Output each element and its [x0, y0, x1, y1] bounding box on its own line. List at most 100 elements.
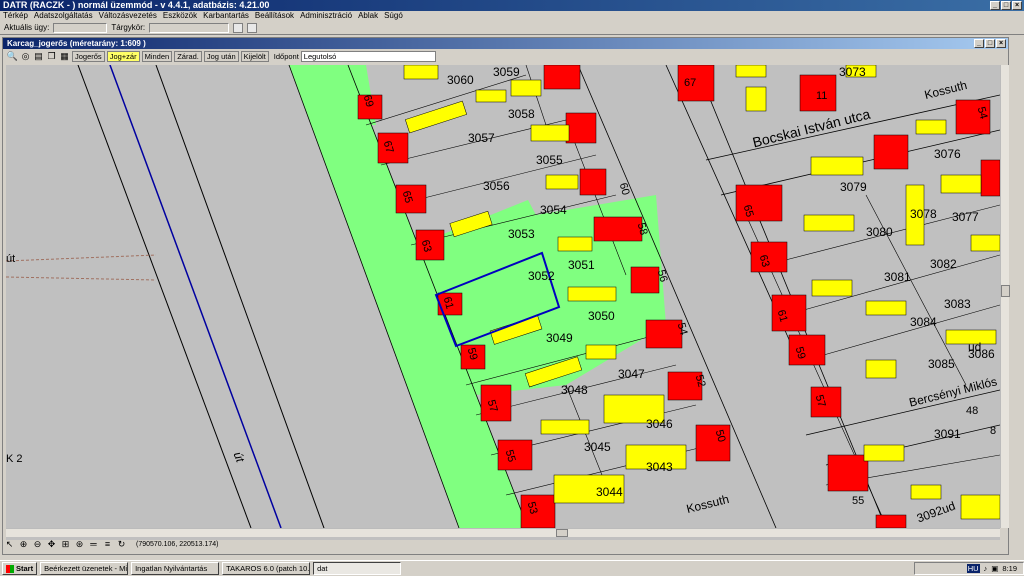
- child-maximize-button[interactable]: □: [985, 39, 995, 48]
- speaker-icon[interactable]: ♪: [984, 564, 988, 573]
- filter-minden[interactable]: Minden: [141, 50, 173, 62]
- targykor-field[interactable]: [149, 22, 230, 33]
- filter-kijelolt[interactable]: Kijelölt: [240, 50, 269, 62]
- cadastral-map: [6, 65, 1000, 528]
- zoom-extent-icon[interactable]: ⊞: [60, 539, 71, 550]
- menu-bar: Térkép Adatszolgáltatás Változásvezetés …: [0, 11, 1024, 21]
- app-titlebar: DATR (RACZK - ) normál üzemmód - v 4.4.1…: [0, 0, 1024, 11]
- building-yellow: [557, 236, 593, 252]
- horizontal-scroll-thumb[interactable]: [556, 529, 568, 537]
- taskbar-item-takaros[interactable]: TAKAROS 6.0 (patch 10....: [222, 562, 311, 575]
- filter-jog-zar[interactable]: Jog+zár: [106, 50, 140, 62]
- building-yellow: [915, 119, 947, 135]
- grid-icon[interactable]: ▦: [59, 51, 70, 62]
- print-icon[interactable]: ▤: [33, 51, 44, 62]
- building-yellow: [567, 286, 617, 302]
- parcel-label: 3048: [561, 383, 588, 397]
- start-button[interactable]: Start: [2, 562, 38, 575]
- road-centerline: [109, 65, 282, 528]
- building-yellow: [803, 214, 855, 232]
- building-red: [875, 514, 907, 528]
- street-label-ut-left: út: [6, 253, 16, 265]
- map-window-title: Karcag_jogerős (méretarány: 1:609 ): [7, 39, 146, 48]
- menu-karbantartas[interactable]: Karbantartás: [203, 11, 249, 21]
- network-icon[interactable]: ▣: [991, 564, 998, 573]
- parcel-label: 3054: [540, 203, 567, 217]
- building-yellow: [810, 156, 864, 176]
- parcel-label: 3057: [468, 131, 495, 145]
- windows-logo-icon: [6, 564, 14, 573]
- refresh-icon[interactable]: ↻: [116, 539, 127, 550]
- parcel-label: 3077: [952, 210, 979, 224]
- minimize-button[interactable]: _: [990, 1, 1000, 10]
- menu-ablak[interactable]: Ablak: [358, 11, 378, 21]
- copy-icon[interactable]: ❐: [46, 51, 57, 62]
- parcel-label: 3085: [928, 357, 955, 371]
- pan-icon[interactable]: ✥: [46, 539, 57, 550]
- target-icon[interactable]: ⊛: [74, 539, 85, 550]
- building-red: [565, 112, 597, 144]
- aktualis-ugy-label: Aktuális ügy:: [4, 23, 50, 32]
- building-yellow: [865, 300, 907, 316]
- targykor-label: Tárgykör:: [111, 23, 146, 32]
- zoom-in-icon[interactable]: ⊕: [18, 539, 29, 550]
- windows-taskbar: Start Beérkezett üzenetek - Mi... Ingatl…: [0, 560, 1024, 576]
- time-field[interactable]: Legutolsó: [300, 50, 436, 62]
- filter-jogeros[interactable]: Jogerős: [72, 50, 105, 62]
- aktualis-ugy-field[interactable]: [53, 22, 108, 33]
- taskbar-item-dat[interactable]: dat: [313, 562, 402, 575]
- document-icon[interactable]: [247, 22, 258, 33]
- search-icon[interactable]: 🔍: [7, 51, 18, 62]
- map-vertical-scrollbar[interactable]: [1000, 65, 1010, 528]
- building-yellow: [510, 79, 542, 97]
- map-canvas[interactable]: Bocskai István utca Bercsényi Miklós út …: [6, 65, 1000, 540]
- parcel-label: 3045: [584, 440, 611, 454]
- pointer-icon[interactable]: ↖: [4, 539, 15, 550]
- measure-icon[interactable]: ═: [88, 539, 99, 550]
- menu-adatszolgaltatas[interactable]: Adatszolgáltatás: [34, 11, 93, 21]
- layers-icon[interactable]: ◎: [20, 51, 31, 62]
- map-toolbar: 🔍 ◎ ▤ ❐ ▦ Jogerős Jog+zár Minden Zárad. …: [3, 49, 1008, 63]
- building-yellow: [970, 234, 1000, 252]
- house-number: 55: [852, 495, 865, 507]
- menu-eszkozok[interactable]: Eszközök: [163, 11, 197, 21]
- parcel-label: 3043: [646, 460, 673, 474]
- cursor-coordinates: (790570.106, 220513.174): [136, 540, 219, 548]
- menu-terkep[interactable]: Térkép: [3, 11, 28, 21]
- close-button[interactable]: ×: [1012, 1, 1022, 10]
- building-yellow: [811, 279, 853, 297]
- parcel-label: 3053: [508, 227, 535, 241]
- building-red: [980, 159, 1000, 197]
- building-red: [873, 134, 909, 170]
- parcel-label: 3082: [930, 257, 957, 271]
- app-title: DATR (RACZK - ) normál üzemmód - v 4.4.1…: [3, 0, 270, 10]
- parcel-label: ud: [968, 340, 982, 354]
- language-indicator[interactable]: HU: [966, 564, 980, 573]
- start-label: Start: [16, 564, 34, 573]
- menu-sugo[interactable]: Súgó: [384, 11, 403, 21]
- house-number: 67: [684, 77, 697, 89]
- time-label: Időpont: [273, 51, 299, 61]
- child-minimize-button[interactable]: _: [974, 39, 984, 48]
- zoom-out-icon[interactable]: ⊖: [32, 539, 43, 550]
- taskbar-item-mail[interactable]: Beérkezett üzenetek - Mi...: [40, 562, 129, 575]
- building-yellow: [960, 494, 1000, 520]
- filter-zarad[interactable]: Zárad.: [174, 50, 202, 62]
- line-icon[interactable]: ≡: [102, 539, 113, 550]
- taskbar-item-ingatlan[interactable]: Ingatlan Nyilvántartás: [131, 562, 220, 575]
- map-horizontal-scrollbar[interactable]: [6, 528, 1000, 537]
- parcel-label: 3050: [588, 309, 615, 323]
- user-icon[interactable]: [233, 22, 244, 33]
- system-tray: HU ♪ ▣ 8:19: [914, 562, 1024, 575]
- menu-beallitasok[interactable]: Beállítások: [255, 11, 294, 21]
- menu-valtozasvezetes[interactable]: Változásvezetés: [99, 11, 157, 21]
- menu-adminisztracio[interactable]: Adminisztráció: [300, 11, 352, 21]
- parcel-label: 3047: [618, 367, 645, 381]
- maximize-button[interactable]: □: [1001, 1, 1011, 10]
- filter-jog-utan[interactable]: Jog után: [203, 50, 239, 62]
- house-number: 8: [990, 425, 997, 437]
- vertical-scroll-thumb[interactable]: [1001, 285, 1010, 297]
- parcel-label: 3083: [944, 297, 971, 311]
- child-close-button[interactable]: ×: [996, 39, 1006, 48]
- parcel-label: 3079: [840, 180, 867, 194]
